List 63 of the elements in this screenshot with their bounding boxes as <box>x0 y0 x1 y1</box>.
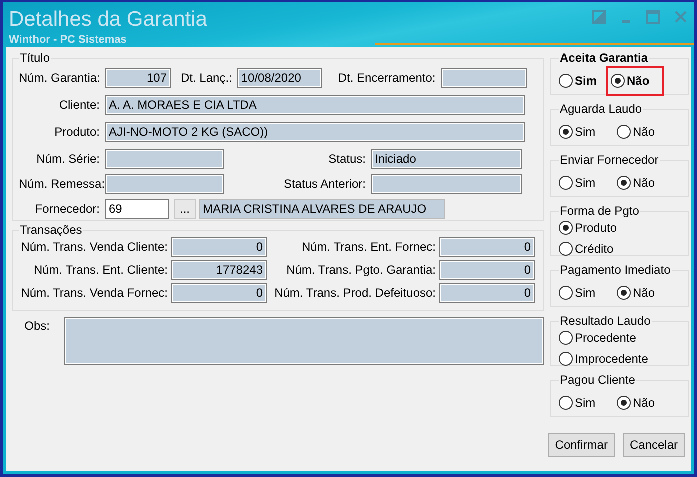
input-field[interactable]: 69 <box>105 198 169 218</box>
input-field[interactable] <box>440 68 527 88</box>
window-subtitle: Winthor - PC Sistemas <box>9 34 128 46</box>
radio-option[interactable]: Sim <box>559 285 603 301</box>
input-field[interactable] <box>371 174 522 194</box>
input-field[interactable]: 0 <box>439 260 535 280</box>
cancel-button[interactable]: Cancelar <box>622 433 685 457</box>
group-title: Transações <box>19 223 84 237</box>
radio-option[interactable]: Improcedente <box>559 351 682 367</box>
field-label: Núm. Trans. Ent. Fornec: <box>300 240 437 254</box>
field-label: Status Anterior: <box>282 176 367 190</box>
field-label: Núm. Trans. Pgto. Garantia: <box>286 263 437 277</box>
radio-option[interactable]: Sim <box>559 73 598 89</box>
radio-option[interactable]: Não <box>617 124 661 140</box>
input-field[interactable]: Iniciado <box>371 148 522 168</box>
input-field[interactable]: 0 <box>171 237 267 257</box>
group-title: Enviar Fornecedor <box>559 153 660 167</box>
radio-option[interactable]: Sim <box>559 124 603 140</box>
field-label: Núm. Trans. Venda Cliente: <box>20 240 169 254</box>
radio-option[interactable]: Sim <box>559 395 603 411</box>
input-field[interactable]: A. A. MORAES E CIA LTDA <box>105 94 525 114</box>
radio-option[interactable]: Não <box>617 285 661 301</box>
input-field[interactable] <box>105 148 224 168</box>
input-field[interactable]: 107 <box>105 68 171 88</box>
field-label: Núm. Trans. Venda Fornec: <box>20 286 169 300</box>
input-field[interactable]: AJI-NO-MOTO 2 KG (SACO)) <box>105 122 525 142</box>
input-field[interactable]: 0 <box>439 283 535 303</box>
field-label: Núm. Trans. Ent. Cliente: <box>32 263 169 277</box>
field-label: Núm. Trans. Prod. Defeituoso: <box>274 286 437 300</box>
window-title: Detalhes da Garantia <box>9 8 208 32</box>
radio-option[interactable]: Produto <box>559 220 682 236</box>
text-area[interactable] <box>64 317 544 365</box>
group-title: Forma de Pgto <box>559 204 640 218</box>
radio-option[interactable]: Não <box>617 395 661 411</box>
radio-option[interactable]: Não <box>611 73 650 89</box>
field-label: Produto: <box>54 124 101 138</box>
group-title: Pagamento Imediato <box>559 263 672 277</box>
field-label: Obs: <box>24 318 50 335</box>
group-title: Aceita Garantia <box>559 51 650 65</box>
field-label: Núm. Garantia: <box>19 70 102 84</box>
group-title: Título <box>19 51 52 65</box>
input-field[interactable] <box>105 174 224 194</box>
field-label: Cliente: <box>58 98 101 112</box>
field-label: Núm. Série: <box>36 152 101 166</box>
input-field[interactable]: 1778243 <box>171 260 267 280</box>
field-label: Núm. Remessa: <box>19 176 105 190</box>
lookup-button[interactable]: ... <box>174 198 196 218</box>
radio-option[interactable]: Procedente <box>559 330 682 346</box>
field-label: Dt. Encerramento: <box>338 70 437 84</box>
radio-option[interactable]: Não <box>617 175 661 191</box>
input-field[interactable]: 0 <box>439 237 535 257</box>
radio-option[interactable]: Crédito <box>559 241 682 257</box>
group-title: Aguarda Laudo <box>559 102 644 116</box>
input-field[interactable]: 10/08/2020 <box>237 68 322 88</box>
input-field[interactable]: 0 <box>171 283 267 303</box>
field-label: Fornecedor: <box>34 202 101 216</box>
group-title: Resultado Laudo <box>559 314 652 328</box>
field-label: Status: <box>328 152 367 166</box>
field-label: Dt. Lanç.: <box>181 70 234 84</box>
group-title: Pagou Cliente <box>559 373 636 387</box>
input-field[interactable]: MARIA CRISTINA ALVARES DE ARAUJO <box>199 198 445 218</box>
confirm-button[interactable]: Confirmar <box>548 433 615 457</box>
radio-option[interactable]: Sim <box>559 175 603 191</box>
